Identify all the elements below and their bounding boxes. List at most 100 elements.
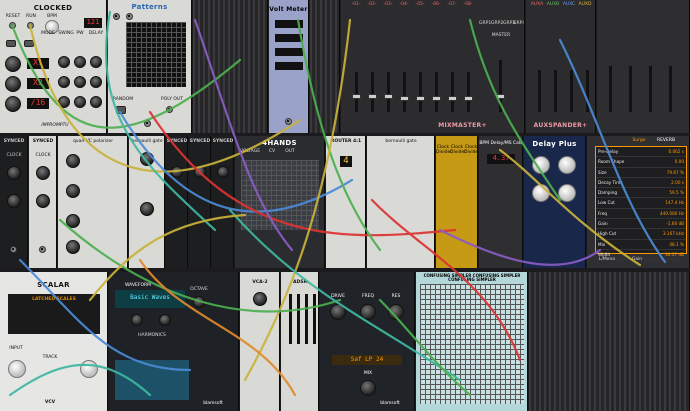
aux-fader-4[interactable]	[586, 70, 589, 112]
surge-param-row[interactable]: Freq 440.000 Hz	[596, 209, 686, 220]
filter-res-knob[interactable]	[388, 304, 404, 320]
clk-knob-3[interactable]	[5, 96, 21, 112]
polarizer-knob-1[interactable]	[66, 154, 80, 168]
size-jack[interactable]	[144, 120, 151, 127]
delay-knob-1[interactable]	[90, 56, 102, 68]
grp-fader-1[interactable]	[609, 66, 612, 112]
mix-fader-cap-4[interactable]	[400, 96, 409, 101]
master-fader[interactable]	[499, 60, 502, 112]
pw-knob-2[interactable]	[74, 76, 86, 88]
reset-button[interactable]	[6, 40, 16, 47]
clk-knob-1[interactable]	[5, 56, 21, 72]
waveform-morph-knob[interactable]	[131, 314, 143, 326]
surge-param-row[interactable]: Pre-Delay 0.062 s	[596, 147, 686, 158]
vca-level-knob[interactable]	[253, 292, 267, 306]
synced-lfo-5-rate-knob[interactable]	[217, 166, 229, 178]
swing-knob-1[interactable]	[58, 56, 70, 68]
polarizer-knob-2[interactable]	[66, 184, 80, 198]
bernoulli-knob-2[interactable]	[140, 202, 154, 216]
confusing-grid[interactable]	[420, 284, 524, 404]
surge-param-row[interactable]: Gain -1.66 dB	[596, 219, 686, 230]
synced-lfo-2-out-jack[interactable]	[39, 246, 46, 253]
grp-fader-3[interactable]	[649, 66, 652, 112]
synced-lfo-1-rate-knob[interactable]	[7, 166, 21, 180]
adsr-attack[interactable]	[289, 294, 292, 344]
mix-fader-cap-3[interactable]	[384, 94, 393, 99]
swing-knob-3[interactable]	[58, 96, 70, 108]
bernoulli-knob-1[interactable]	[140, 152, 154, 166]
delay-plus-knob-2[interactable]	[558, 156, 576, 174]
adsr-sustain[interactable]	[305, 294, 308, 344]
surge-param-row[interactable]: Decay Time 2.00 s	[596, 178, 686, 189]
mix-fader-cap-2[interactable]	[368, 94, 377, 99]
aux-fader-1[interactable]	[538, 70, 541, 112]
mix-fader-cap-1[interactable]	[352, 94, 361, 99]
surge-param-row[interactable]: Low Cut 147.4 Hz	[596, 198, 686, 209]
surge-param-row[interactable]: Mix 48.1 %	[596, 240, 686, 250]
delay-plus-knob-4[interactable]	[558, 184, 576, 202]
synced-lfo-4-rate-knob[interactable]	[194, 166, 206, 178]
run-button[interactable]	[24, 40, 34, 47]
mix-fader-cap-7[interactable]	[448, 96, 457, 101]
mix-fader-cap-8[interactable]	[464, 96, 473, 101]
waveform-screen[interactable]: Basic Waves	[115, 290, 185, 308]
scalar-output-knob[interactable]	[80, 360, 98, 378]
pattern-grid[interactable]	[126, 22, 186, 87]
surge-param-row[interactable]: Size 79.67 %	[596, 168, 686, 178]
pw-knob-1[interactable]	[74, 56, 86, 68]
surge-param-row[interactable]: Room Shape 0.00	[596, 157, 686, 168]
mix-fader-cap-6[interactable]	[432, 96, 441, 101]
aux-fader-2[interactable]	[554, 70, 557, 112]
mix-fader-5[interactable]	[419, 72, 422, 112]
mix-fader-1[interactable]	[355, 72, 358, 112]
synced-lfo-1-out-jack[interactable]	[10, 246, 17, 253]
mix-fader-8[interactable]	[467, 72, 470, 112]
mix-fader-cap-5[interactable]	[416, 96, 425, 101]
grp-fader-2[interactable]	[629, 66, 632, 112]
clk-knob-2[interactable]	[5, 76, 21, 92]
mix-fader-6[interactable]	[435, 72, 438, 112]
surge-param-row[interactable]: High Cut 3.167 kHz	[596, 229, 686, 240]
adsr-decay[interactable]	[297, 294, 300, 344]
scalar-input-knob[interactable]	[8, 360, 26, 378]
polarizer-knob-4[interactable]	[66, 240, 80, 254]
delay-knob-2[interactable]	[90, 76, 102, 88]
synced-lfo-1-shape-knob[interactable]	[7, 194, 21, 208]
pw-knob-3[interactable]	[74, 96, 86, 108]
patterns-reset-jack[interactable]	[126, 13, 133, 20]
voltmeter-in-jack[interactable]	[285, 118, 292, 125]
polyout-jack[interactable]	[166, 106, 173, 113]
surge-param-row[interactable]: Damping 59.5 %	[596, 188, 686, 199]
polarizer-knob-3[interactable]	[66, 214, 80, 228]
filter-mix-knob[interactable]	[360, 380, 376, 396]
synced-lfo-3-rate-knob[interactable]	[171, 166, 183, 178]
run-jack[interactable]	[27, 22, 34, 29]
fourhands-grid[interactable]	[241, 160, 319, 230]
mix-fader-2[interactable]	[371, 72, 374, 112]
swing-knob-2[interactable]	[58, 76, 70, 88]
grp-fader-4[interactable]	[669, 66, 672, 112]
delay-knob-3[interactable]	[90, 96, 102, 108]
aux-fader-3[interactable]	[570, 70, 573, 112]
synced-lfo-2-shape-knob[interactable]	[36, 194, 50, 208]
synced-lfo-2-rate-knob[interactable]	[36, 166, 50, 180]
filter-freq-knob[interactable]	[360, 304, 376, 320]
delay-plus-knob-3[interactable]	[532, 184, 550, 202]
reset-jack[interactable]	[9, 22, 16, 29]
filter-drive-knob[interactable]	[330, 304, 346, 320]
mix-fader-3[interactable]	[387, 72, 390, 112]
waveform-harmonics-display[interactable]	[115, 360, 189, 400]
volt-display-1	[275, 20, 303, 28]
waveform-octave-knob[interactable]	[193, 296, 205, 308]
waveform-density-knob[interactable]	[159, 314, 171, 326]
surge-param-value: 440.000 Hz	[660, 210, 684, 216]
mix-fader-7[interactable]	[451, 72, 454, 112]
patterns-clock-jack[interactable]	[113, 13, 120, 20]
filter-mode-display[interactable]: Saf LP 24	[332, 355, 402, 365]
master-fader-cap[interactable]	[496, 94, 505, 99]
clocked-module: CLOCKED RESET RUN BPM 121 MODE SWING PW …	[0, 0, 107, 133]
random-button[interactable]	[116, 106, 126, 114]
delay-plus-knob-1[interactable]	[532, 156, 550, 174]
adsr-release[interactable]	[313, 294, 316, 344]
mix-fader-4[interactable]	[403, 72, 406, 112]
